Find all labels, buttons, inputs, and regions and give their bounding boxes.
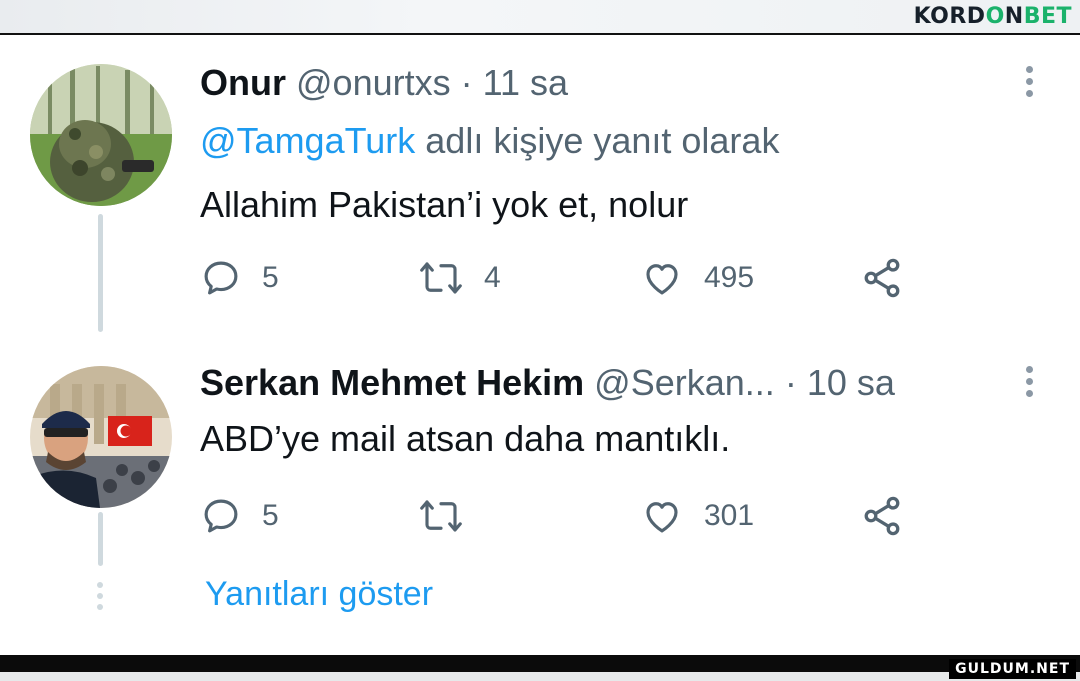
- tweet1-like-button[interactable]: 495: [640, 256, 754, 300]
- tweet2-like-count: 301: [704, 499, 755, 532]
- tweet2-more-icon[interactable]: [1024, 366, 1034, 402]
- retweet-icon: [420, 262, 462, 294]
- tweet1-handle[interactable]: @onurtxs: [296, 62, 451, 103]
- tweet2-reply-count: 5: [262, 499, 279, 532]
- tweet2-actions: 5 301: [200, 494, 920, 538]
- serkan-avatar[interactable]: [30, 366, 172, 508]
- onur-avatar[interactable]: [30, 64, 172, 206]
- footer-strip: [0, 672, 1080, 681]
- heart-icon: [646, 264, 678, 295]
- tweet1-separator: ·: [460, 62, 473, 103]
- tweet1-actions: 5 4 495: [200, 256, 920, 300]
- reply-icon: [204, 499, 238, 533]
- reply-to-suffix: adlı kişiye yanıt olarak: [425, 120, 780, 161]
- tweet2-handle[interactable]: @Serkan...: [594, 362, 775, 403]
- tweet2-reply-button[interactable]: 5: [200, 494, 279, 538]
- reply-icon: [204, 261, 238, 295]
- top-banner: KORDONBET: [0, 0, 1080, 35]
- tweet1-retweet-count: 4: [484, 261, 501, 294]
- retweet-icon: [420, 500, 462, 532]
- thread-line-2: [98, 512, 103, 566]
- tweet2-time[interactable]: 10 sa: [807, 362, 895, 403]
- tweet1-share-button[interactable]: [860, 256, 904, 300]
- reply-to-handle[interactable]: @TamgaTurk: [200, 120, 415, 161]
- tweet1-retweet-button[interactable]: 4: [418, 256, 501, 300]
- share-icon: [864, 258, 900, 298]
- tweet2-separator: ·: [784, 362, 797, 403]
- tweet1-display-name[interactable]: Onur: [200, 62, 286, 103]
- tweet2-like-button[interactable]: 301: [640, 494, 754, 538]
- heart-icon: [646, 502, 678, 533]
- tweet1-reply-button[interactable]: 5: [200, 256, 279, 300]
- tweet2-retweet-button[interactable]: [418, 494, 484, 538]
- bottom-border: [0, 655, 1080, 672]
- tweet2-text: ABD’ye mail atsan daha mantıklı.: [200, 418, 731, 459]
- tweet2-header: Serkan Mehmet Hekim @Serkan... · 10 sa: [200, 362, 895, 404]
- tweet1-reply-context: @TamgaTurk adlı kişiye yanıt olarak: [200, 120, 779, 162]
- tweet1-time[interactable]: 11 sa: [483, 62, 568, 103]
- show-replies-link[interactable]: Yanıtları göster: [205, 575, 433, 614]
- guldum-watermark: GULDUM.NET: [949, 659, 1076, 679]
- more-replies-dots: [97, 582, 103, 615]
- tweet1-header: Onur @onurtxs · 11 sa: [200, 62, 568, 104]
- tweet1-reply-count: 5: [262, 261, 279, 294]
- tweet2-share-button[interactable]: [860, 494, 904, 538]
- tweet1-more-icon[interactable]: [1024, 66, 1034, 102]
- share-icon: [864, 496, 900, 536]
- kordonbet-logo: KORDONBET: [913, 4, 1072, 29]
- tweet1-text: Allahim Pakistan’i yok et, nolur: [200, 184, 689, 225]
- tweet2-display-name[interactable]: Serkan Mehmet Hekim: [200, 362, 584, 403]
- tweet1-like-count: 495: [704, 261, 755, 294]
- thread-line: [98, 214, 103, 332]
